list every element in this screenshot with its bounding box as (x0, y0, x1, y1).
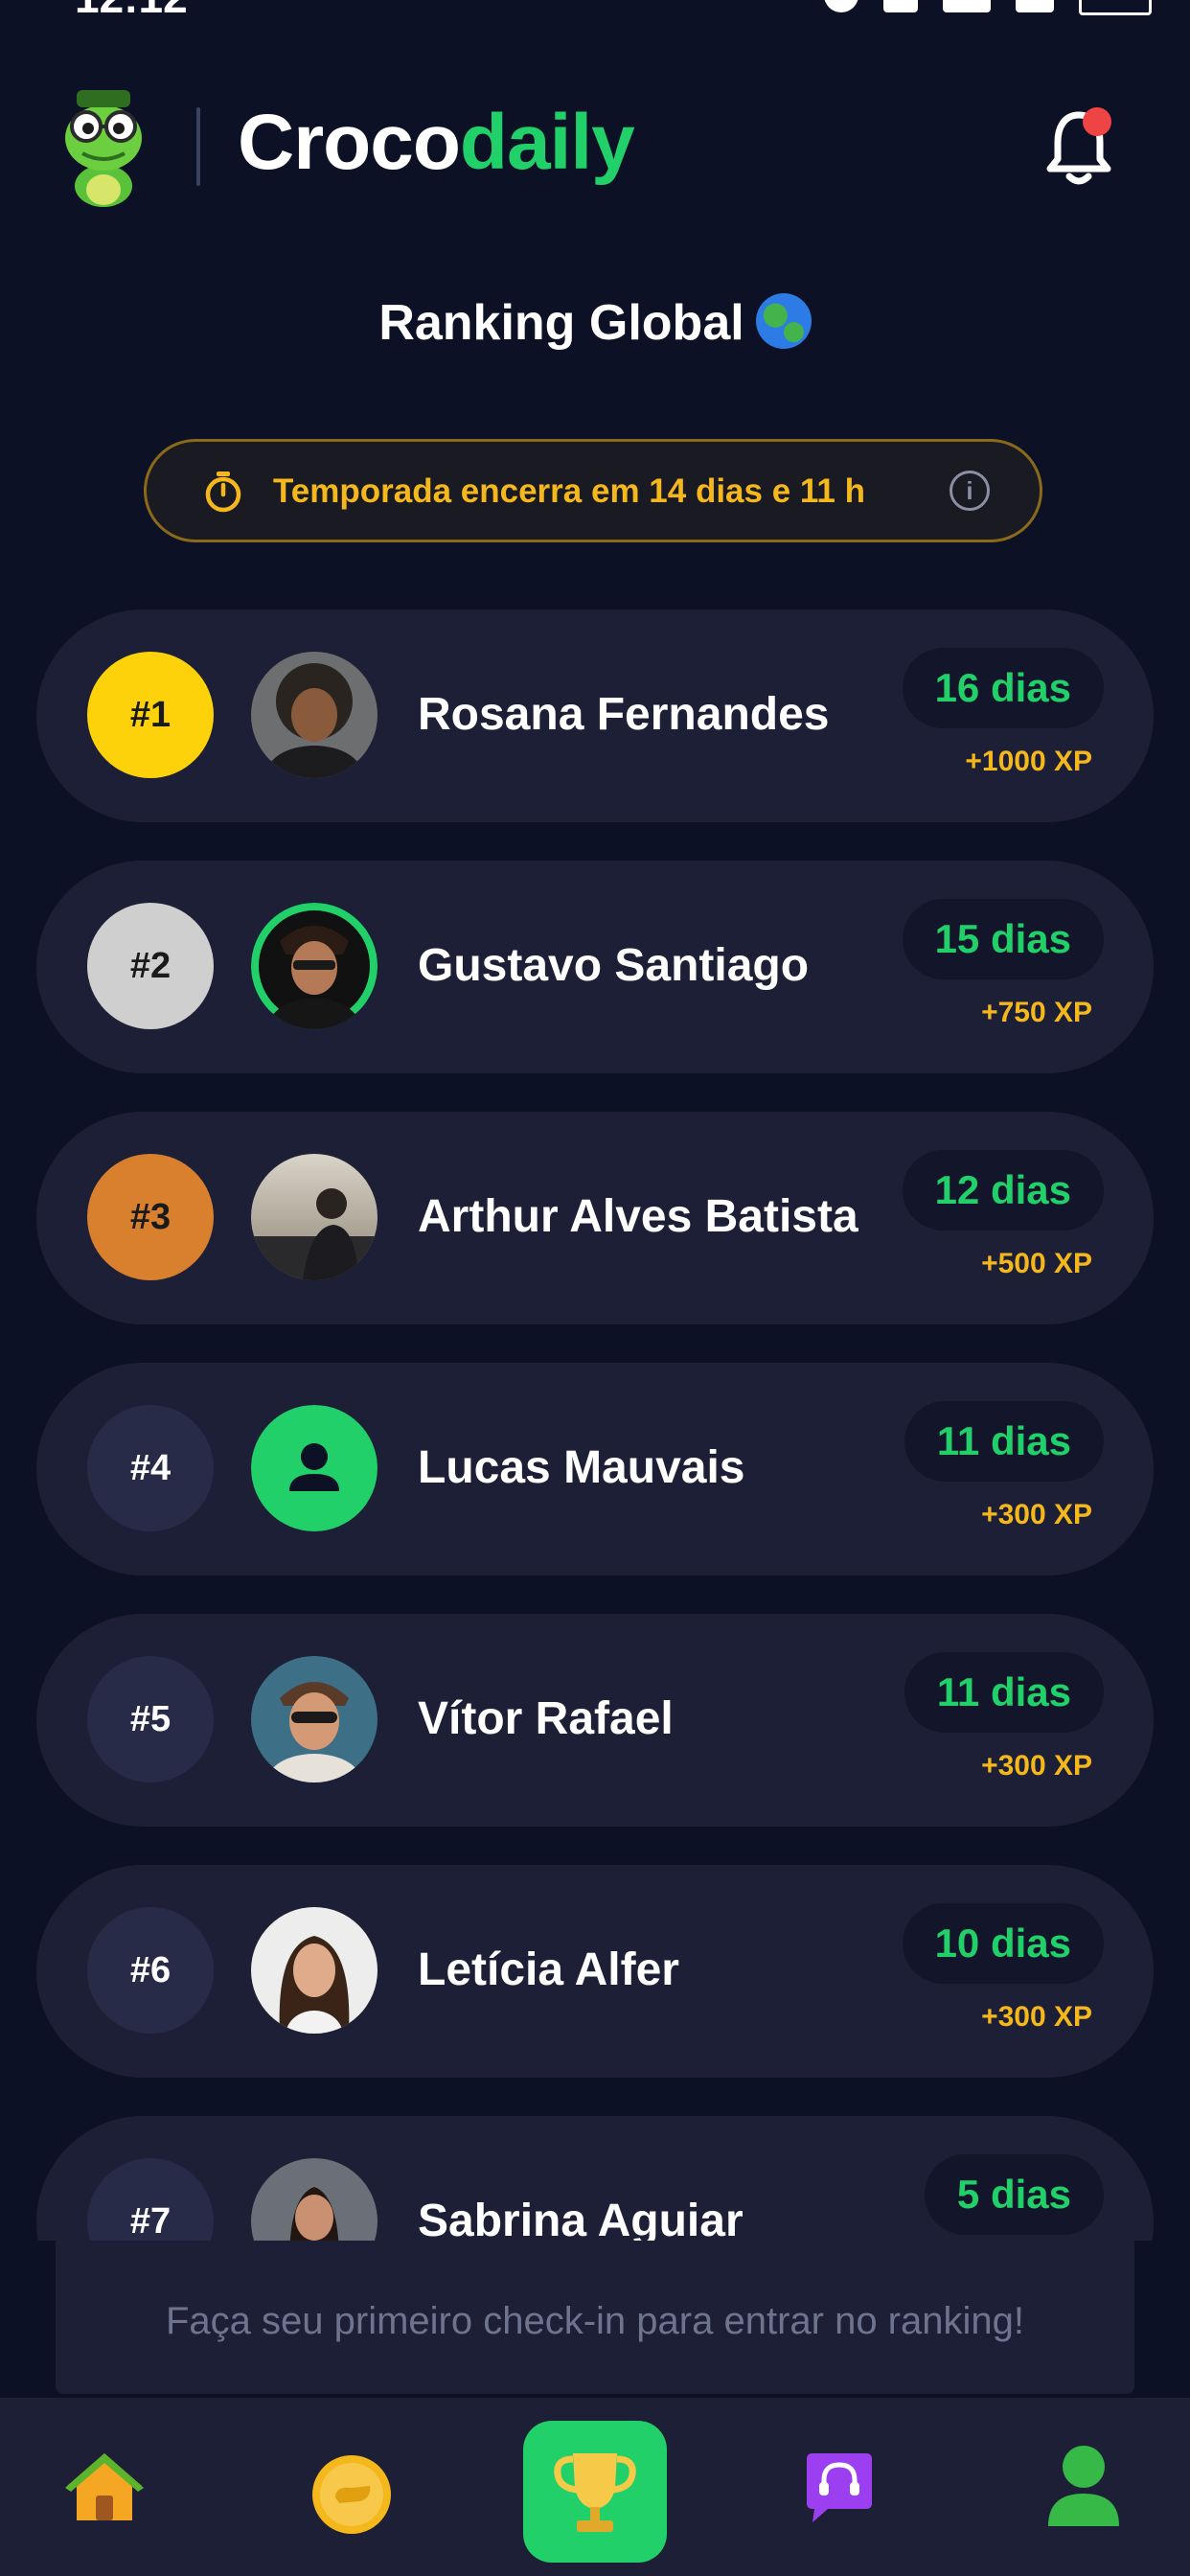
battery-icon (1079, 0, 1152, 15)
ranking-row-1[interactable]: #1 Rosana Fernandes 16 dias +1000 XP (36, 610, 1154, 822)
crocodile-mascot-logo (56, 82, 151, 207)
streak-days: 15 dias (902, 899, 1104, 979)
home-icon[interactable] (63, 2450, 146, 2524)
status-bar: 12:12 (0, 0, 1190, 23)
signal-icon (943, 0, 991, 12)
avatar (251, 1656, 378, 1782)
coin-icon[interactable] (310, 2453, 393, 2536)
status-time: 12:12 (75, 0, 188, 23)
trophy-icon (554, 2453, 636, 2532)
rank-badge: #2 (87, 903, 214, 1029)
ranking-list[interactable]: #1 Rosana Fernandes 16 dias +1000 XP #2 … (36, 610, 1154, 2241)
globe-icon (755, 293, 812, 349)
xp-reward: +300 XP (981, 2001, 1092, 2033)
ranking-row-2[interactable]: #2 Gustavo Santiago 15 dias +750 XP (36, 861, 1154, 1073)
user-name: Arthur Alves Batista (418, 1191, 858, 1242)
notification-badge (1083, 107, 1111, 136)
mute-icon (883, 0, 918, 12)
streak-days: 16 dias (902, 648, 1104, 728)
xp-reward: +750 XP (981, 997, 1092, 1028)
info-icon[interactable]: i (950, 471, 990, 511)
streak-days: 12 dias (902, 1150, 1104, 1230)
user-name: Gustavo Santiago (418, 940, 810, 991)
rank-badge: #6 (87, 1907, 214, 2034)
rank-badge: #1 (87, 652, 214, 778)
status-icons (824, 0, 1152, 15)
user-name: Letícia Alfer (418, 1944, 679, 1995)
default-avatar-icon (251, 1405, 378, 1531)
avatar (251, 903, 378, 1029)
rank-badge: #5 (87, 1656, 214, 1782)
avatar (251, 2158, 378, 2241)
bottom-nav (0, 2398, 1190, 2576)
status-dot-icon (824, 0, 858, 12)
season-countdown-text: Temporada encerra em 14 dias e 11 h (273, 472, 866, 510)
wifi-icon (1016, 0, 1054, 12)
xp-reward: +500 XP (981, 1248, 1092, 1279)
support-chat-icon[interactable] (801, 2450, 878, 2526)
user-name: Sabrina Aguiar (418, 2196, 744, 2241)
user-name: Lucas Mauvais (418, 1442, 745, 1493)
page-title-text: Ranking Global (378, 295, 744, 351)
ranking-row-6[interactable]: #6 Letícia Alfer 10 dias +300 XP (36, 1865, 1154, 2078)
ranking-row-3[interactable]: #3 Arthur Alves Batista 12 dias +500 XP (36, 1112, 1154, 1324)
checkin-notice: Faça seu primeiro check-in para entrar n… (56, 2241, 1134, 2394)
xp-reward: +300 XP (981, 1499, 1092, 1530)
brand-part-1: Croco (238, 99, 461, 186)
streak-days: 10 dias (902, 1903, 1104, 1984)
page-title: Ranking Global (0, 293, 1190, 352)
stopwatch-icon (205, 472, 241, 513)
checkin-notice-text: Faça seu primeiro check-in para entrar n… (166, 2300, 1024, 2342)
streak-days: 11 dias (904, 1401, 1104, 1482)
profile-icon[interactable] (1044, 2444, 1123, 2528)
streak-days: 5 dias (924, 2154, 1104, 2235)
brand-part-2: daily (459, 99, 635, 186)
xp-reward: +1000 XP (965, 746, 1092, 777)
rank-badge: #4 (87, 1405, 214, 1531)
avatar (251, 652, 378, 778)
user-name: Rosana Fernandes (418, 689, 830, 740)
brand-logo-text: Crocodaily (238, 104, 635, 182)
ranking-row-4[interactable]: #4 Lucas Mauvais 11 dias +300 XP (36, 1363, 1154, 1576)
rank-badge: #3 (87, 1154, 214, 1280)
header-divider (196, 107, 200, 186)
season-banner: Temporada encerra em 14 dias e 11 h i (144, 439, 1042, 542)
avatar (251, 1154, 378, 1280)
ranking-row-7[interactable]: #7 Sabrina Aguiar 5 dias (36, 2116, 1154, 2241)
user-name: Vítor Rafael (418, 1693, 674, 1744)
ranking-tab[interactable] (523, 2421, 667, 2563)
rank-badge: #7 (87, 2158, 214, 2241)
ranking-row-5[interactable]: #5 Vítor Rafael 11 dias +300 XP (36, 1614, 1154, 1827)
streak-days: 11 dias (904, 1652, 1104, 1733)
xp-reward: +300 XP (981, 1750, 1092, 1782)
avatar (251, 1907, 378, 2034)
